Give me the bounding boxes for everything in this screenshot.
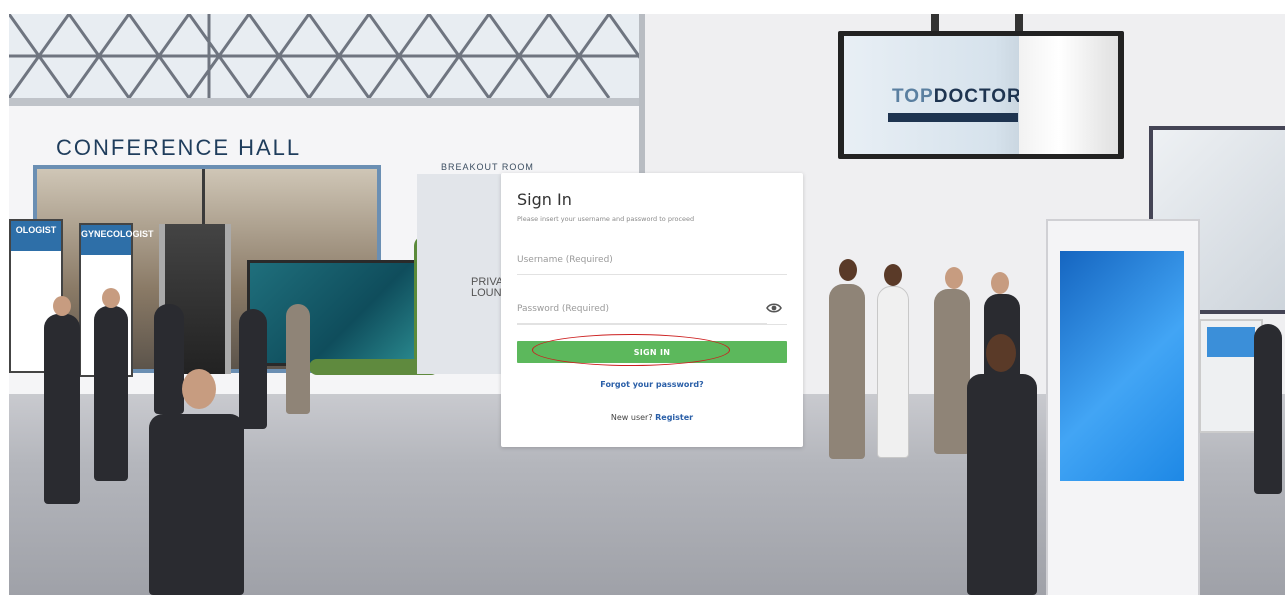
attendee-walking: [149, 414, 244, 595]
attendee: [94, 306, 128, 481]
tv-mount-left: [931, 14, 939, 32]
attendee-head: [182, 369, 216, 409]
breakout-room-entrance[interactable]: [417, 174, 507, 374]
attendee: [239, 309, 267, 429]
attendee: [286, 304, 310, 414]
sign-in-subtitle: Please insert your username and password…: [517, 215, 695, 223]
topdoctors-logo: TOPDOCTORS: [892, 86, 1035, 108]
lounge-label: PRIVATE LOUNGE: [471, 277, 501, 299]
info-kiosk[interactable]: [1046, 219, 1200, 595]
sponsor-tv-screen: TOPDOCTORS: [844, 36, 1118, 154]
attendee-head: [53, 296, 71, 316]
doctor-image: [1019, 36, 1118, 154]
attendee-head: [839, 259, 857, 281]
password-input[interactable]: [517, 295, 767, 324]
sponsor-tv[interactable]: TOPDOCTORS: [838, 31, 1124, 159]
logo-strong: TOP: [892, 86, 934, 107]
attendee: [829, 284, 865, 459]
forgot-password-link[interactable]: Forgot your password?: [501, 380, 803, 389]
host-presenter: [967, 374, 1037, 595]
sign-in-title: Sign In: [517, 190, 572, 209]
attendee-head: [884, 264, 902, 286]
attendee: [934, 289, 970, 454]
attendee-head: [102, 288, 120, 308]
attendee: [44, 314, 80, 504]
username-input[interactable]: [517, 246, 787, 275]
password-underline: [517, 324, 787, 325]
skylight-frame: [9, 14, 641, 101]
sign-in-button[interactable]: SIGN IN: [517, 341, 787, 363]
host-head: [986, 334, 1016, 372]
logo-ribbon: [888, 113, 1018, 122]
eye-icon[interactable]: [766, 301, 782, 315]
attendee: [154, 304, 184, 414]
hall-display-screen: [247, 260, 421, 366]
attendee: [1254, 324, 1282, 494]
skylight: [9, 14, 641, 104]
kiosk-screen: [1060, 251, 1184, 481]
new-user-text: New user?: [610, 413, 653, 422]
poster-left-title: OLOGIST: [11, 221, 61, 251]
attendee-head: [991, 272, 1009, 294]
register-link[interactable]: Register: [655, 413, 693, 422]
sign-in-card: Sign In Please insert your username and …: [501, 173, 803, 447]
poster-right-title: GYNECOLOGIST: [81, 225, 154, 255]
attendee: [877, 286, 909, 458]
attendee-head: [945, 267, 963, 289]
breakout-room-label: BREAKOUT ROOM: [441, 162, 534, 172]
conference-hall-label: CONFERENCE HALL: [56, 135, 302, 160]
new-user-row: New user? Register: [501, 413, 803, 422]
side-kiosk-screen: [1207, 327, 1255, 357]
tv-mount-right: [1015, 14, 1023, 32]
skylight-beam: [9, 98, 641, 106]
